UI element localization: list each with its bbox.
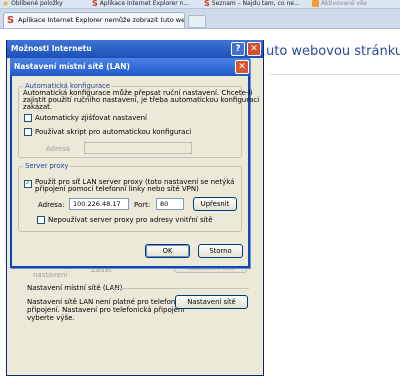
favorites-label: Oblíbené položky xyxy=(11,0,63,7)
script-address-input[interactable] xyxy=(84,142,192,154)
lan-desc-line-3: vyberte výše. xyxy=(27,314,75,322)
script-address-label: Adresa xyxy=(46,145,71,153)
seznam-icon: S xyxy=(204,0,210,8)
close-button[interactable]: ✕ xyxy=(247,42,261,56)
favorite-label: Aktivované vše xyxy=(321,0,367,7)
lan-settings-button[interactable]: Nastavení sítě xyxy=(175,295,248,309)
proxy-port-input[interactable]: 80 xyxy=(156,198,184,210)
proxy-port-label: Port: xyxy=(134,201,151,209)
bypass-local-label: Nepoužívat server proxy pro adresy vnitř… xyxy=(48,216,213,224)
cancel-button[interactable]: Storno xyxy=(198,244,243,258)
advanced-button[interactable]: Upřesnit xyxy=(193,197,237,211)
close-button[interactable]: ✕ xyxy=(235,60,249,74)
tab-bar: S Aplikace Internet Explorer nemůže zobr… xyxy=(0,9,400,29)
auto-detect-label: Automaticky zjišťovat nastavení xyxy=(35,114,147,122)
seznam-icon: S xyxy=(92,0,98,8)
lan-dialog-title: Nastavení místní sítě (LAN) xyxy=(14,62,130,71)
favorite-link-1[interactable]: S Aplikace Internet Explorer n... xyxy=(92,0,190,8)
help-button[interactable]: ? xyxy=(231,42,245,56)
proxy-address-input[interactable]: 100.226.48.17 xyxy=(69,198,129,210)
favorite-link-2[interactable]: S Seznam – Najdu tam, co ne... xyxy=(204,0,300,8)
dialup-settings-text: nastavení xyxy=(33,271,68,279)
internet-options-titlebar: Možnosti Internetu ? ✕ xyxy=(7,40,263,58)
internet-options-title: Možnosti Internetu xyxy=(11,44,92,53)
lan-settings-dialog: Nastavení místní sítě (LAN) ✕ Automatick… xyxy=(10,58,259,268)
tab-label: Aplikace Internet Explorer nemůže zobraz… xyxy=(18,16,185,24)
favorites-bar: ★ Oblíbené položky S Aplikace Internet Exp… xyxy=(0,0,400,9)
auto-detect-checkbox[interactable] xyxy=(24,114,32,122)
lan-section-divider xyxy=(113,288,249,289)
favorite-label: Aplikace Internet Explorer n... xyxy=(99,0,190,7)
lan-dialog-titlebar: Nastavení místní sítě (LAN) ✕ xyxy=(10,58,250,76)
favorite-link-3[interactable]: Aktivované vše xyxy=(312,0,367,8)
web-slice-icon xyxy=(312,0,319,7)
favorites-button[interactable]: ★ Oblíbené položky xyxy=(2,0,63,8)
use-proxy-checkbox[interactable] xyxy=(24,178,32,188)
favorite-label: Seznam – Najdu tam, co ne... xyxy=(211,0,300,7)
auto-config-script-label: Používat skript pro automatickou konfigu… xyxy=(35,128,192,136)
page-error-text: uto webovou stránku xyxy=(266,44,400,59)
ok-button[interactable]: OK xyxy=(145,244,190,258)
bypass-local-checkbox[interactable] xyxy=(37,216,45,224)
proxy-legend: Server proxy xyxy=(25,162,69,170)
auto-config-desc-3: zakázat. xyxy=(23,103,53,111)
auto-config-script-checkbox[interactable] xyxy=(24,128,32,136)
auto-config-desc-2: zajistit použití ručního nastavení, je t… xyxy=(23,96,260,104)
lan-section-label: Nastavení místní sítě (LAN) xyxy=(27,284,123,292)
use-proxy-label-2: připojení pomocí telefonní linky nebo sí… xyxy=(35,185,199,193)
page-divider xyxy=(270,74,400,75)
tab-active[interactable]: S Aplikace Internet Explorer nemůže zobr… xyxy=(3,12,185,28)
lan-desc-line-2: připojení. Nastavení pro telefonická při… xyxy=(27,306,185,314)
seznam-icon: S xyxy=(7,15,15,26)
new-tab-button[interactable] xyxy=(188,15,206,28)
proxy-address-label: Adresa: xyxy=(38,201,65,209)
star-icon: ★ xyxy=(2,0,10,8)
lan-desc-line-1: Nastavení sítě LAN není platné pro telef… xyxy=(27,298,190,306)
